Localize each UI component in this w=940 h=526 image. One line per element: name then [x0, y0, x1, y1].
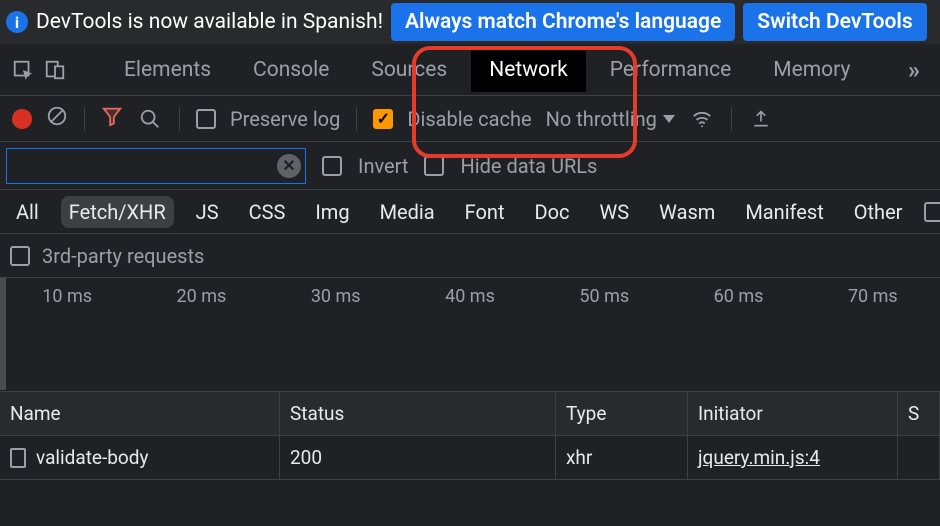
preserve-log-label: Preserve log: [230, 107, 340, 131]
requests-table: Name Status Type Initiator S validate-bo…: [0, 392, 940, 480]
type-css[interactable]: CSS: [241, 196, 294, 228]
type-filters: All Fetch/XHR JS CSS Img Media Font Doc …: [0, 190, 940, 234]
type-media[interactable]: Media: [372, 196, 443, 228]
timeline-tick: 50 ms: [537, 286, 671, 307]
info-text: DevTools is now available in Spanish!: [36, 10, 383, 34]
device-toggle-icon[interactable]: [42, 57, 68, 83]
tab-sources[interactable]: Sources: [353, 48, 465, 92]
file-icon: [10, 448, 26, 468]
cell-type: xhr: [556, 436, 688, 479]
info-icon: i: [6, 11, 28, 33]
clear-filter-icon[interactable]: ✕: [277, 154, 301, 178]
hide-data-urls-label: Hide data URLs: [460, 154, 597, 178]
col-s[interactable]: S: [898, 392, 940, 435]
tab-console[interactable]: Console: [235, 48, 347, 92]
timeline-tick: 20 ms: [134, 286, 268, 307]
cell-name: validate-body: [0, 436, 280, 479]
type-manifest[interactable]: Manifest: [737, 196, 831, 228]
disable-cache-label: Disable cache: [407, 107, 531, 131]
request-name: validate-body: [36, 446, 148, 469]
clear-button[interactable]: [46, 105, 68, 132]
switch-devtools-button[interactable]: Switch DevTools: [743, 3, 926, 41]
col-type[interactable]: Type: [556, 392, 688, 435]
type-img[interactable]: Img: [307, 196, 357, 228]
divider: [84, 107, 85, 131]
invert-label: Invert: [358, 154, 408, 178]
filter-icon[interactable]: [101, 105, 123, 132]
preserve-log-checkbox[interactable]: [196, 109, 216, 129]
third-party-label: 3rd-party requests: [42, 244, 204, 268]
cell-initiator: jquery.min.js:4: [688, 436, 898, 479]
type-other[interactable]: Other: [846, 196, 911, 228]
timeline-marker: [0, 278, 6, 390]
throttling-label: No throttling: [546, 107, 657, 131]
timeline[interactable]: 10 ms 20 ms 30 ms 40 ms 50 ms 60 ms 70 m…: [0, 278, 940, 392]
timeline-tick: 70 ms: [806, 286, 940, 307]
type-all[interactable]: All: [8, 196, 47, 228]
more-tabs-icon[interactable]: »: [898, 56, 930, 84]
filter-input-wrap: ✕: [6, 148, 306, 184]
type-fetch-xhr[interactable]: Fetch/XHR: [61, 196, 174, 228]
third-party-checkbox[interactable]: [10, 246, 30, 266]
col-name[interactable]: Name: [0, 392, 280, 435]
inspect-element-icon[interactable]: [10, 57, 36, 83]
col-status[interactable]: Status: [280, 392, 556, 435]
throttling-select[interactable]: No throttling: [546, 107, 675, 131]
timeline-tick: 30 ms: [269, 286, 403, 307]
cell-s: [898, 436, 940, 479]
divider: [356, 107, 357, 131]
network-toolbar: Preserve log ✓ Disable cache No throttli…: [0, 96, 940, 142]
type-doc[interactable]: Doc: [527, 196, 578, 228]
type-wasm[interactable]: Wasm: [651, 196, 723, 228]
import-har-icon[interactable]: [748, 106, 774, 132]
divider: [179, 107, 180, 131]
search-icon[interactable]: [137, 106, 163, 132]
type-font[interactable]: Font: [457, 196, 513, 228]
tab-performance[interactable]: Performance: [592, 48, 749, 92]
filter-input[interactable]: [7, 151, 277, 180]
chevron-down-icon: [663, 115, 675, 123]
network-conditions-icon[interactable]: [689, 106, 715, 132]
tab-memory[interactable]: Memory: [755, 48, 868, 92]
panel-tabs: Elements Console Sources Network Perform…: [0, 44, 940, 96]
timeline-tick: 40 ms: [403, 286, 537, 307]
divider: [731, 107, 732, 131]
timeline-tick: 60 ms: [671, 286, 805, 307]
table-row[interactable]: validate-body 200 xhr jquery.min.js:4: [0, 436, 940, 480]
col-initiator[interactable]: Initiator: [688, 392, 898, 435]
tab-elements[interactable]: Elements: [106, 48, 229, 92]
type-js[interactable]: JS: [188, 196, 227, 228]
record-button[interactable]: [12, 109, 32, 129]
hide-data-urls-checkbox[interactable]: [424, 156, 444, 176]
info-bar: i DevTools is now available in Spanish! …: [0, 0, 940, 44]
third-party-row: 3rd-party requests: [0, 234, 940, 278]
match-language-button[interactable]: Always match Chrome's language: [391, 3, 735, 41]
filter-row: ✕ Invert Hide data URLs: [0, 142, 940, 190]
has-blocked-checkbox[interactable]: [924, 202, 940, 222]
disable-cache-checkbox[interactable]: ✓: [373, 109, 393, 129]
invert-checkbox[interactable]: [322, 156, 342, 176]
cell-status: 200: [280, 436, 556, 479]
initiator-link[interactable]: jquery.min.js:4: [698, 446, 820, 469]
table-header-row: Name Status Type Initiator S: [0, 392, 940, 436]
type-ws[interactable]: WS: [592, 196, 638, 228]
tab-network[interactable]: Network: [471, 48, 586, 92]
timeline-tick: 10 ms: [0, 286, 134, 307]
